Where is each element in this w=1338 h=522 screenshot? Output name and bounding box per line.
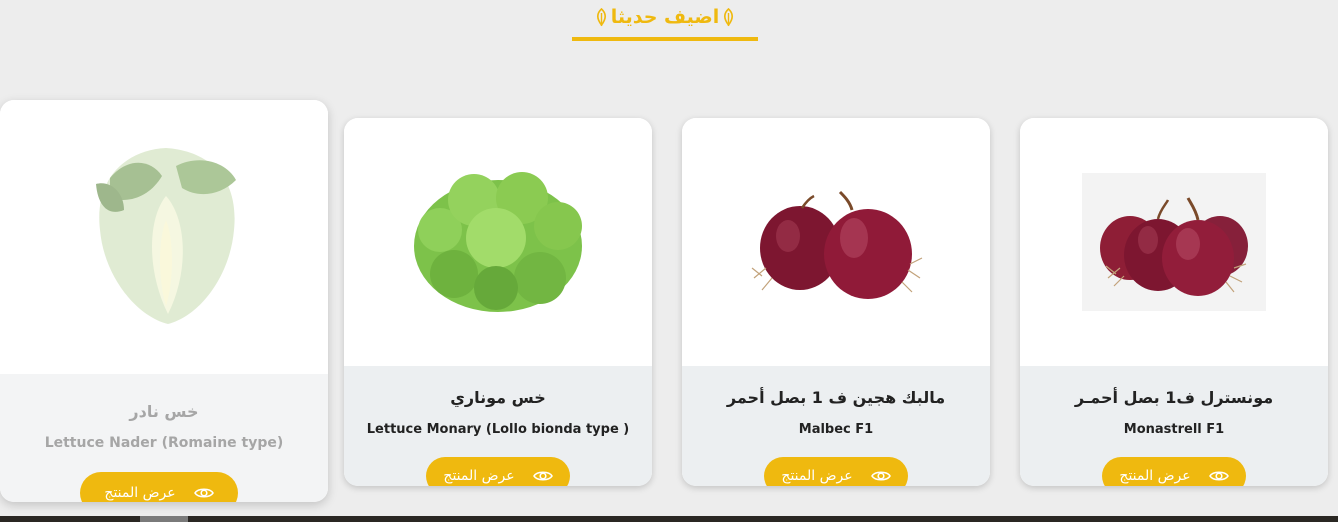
view-product-button[interactable]: عرض المنتج [1102, 457, 1246, 486]
eye-icon [870, 471, 891, 481]
product-name-ar[interactable]: مالبك هجين ف 1 بصل أحمر [682, 388, 990, 407]
view-product-button[interactable]: عرض المنتج [764, 457, 908, 486]
product-name-ar[interactable]: مونسترل ف1 بصل أحمـر [1020, 388, 1328, 407]
product-name-ar[interactable]: خس موناري [344, 388, 652, 407]
lollo-bionda-lettuce-image [414, 172, 582, 312]
section-header: اضيف حديثا [0, 4, 1338, 44]
view-product-label: عرض المنتج [781, 468, 853, 484]
view-product-label: عرض المنتج [443, 468, 515, 484]
view-product-button[interactable]: عرض المنتج [80, 472, 238, 502]
product-name-en[interactable]: Monastrell F1 [1020, 422, 1328, 437]
product-name-en[interactable]: Malbec F1 [682, 422, 990, 437]
product-card[interactable]: خس موناري Lettuce Monary (Lollo bionda t… [344, 118, 652, 486]
product-image[interactable] [0, 100, 328, 374]
product-card[interactable]: مالبك هجين ف 1 بصل أحمر Malbec F1 عرض ال… [682, 118, 990, 486]
view-product-button[interactable]: عرض المنتج [426, 457, 570, 486]
product-name-en[interactable]: Lettuce Monary (Lollo bionda type ) [344, 422, 652, 437]
section-title-text: اضيف حديثا [610, 6, 720, 28]
red-onion-image [751, 190, 923, 299]
view-product-label: عرض المنتج [104, 485, 176, 501]
product-image[interactable] [1020, 118, 1328, 366]
leaf-icon [724, 7, 734, 26]
product-image[interactable] [344, 118, 652, 366]
romaine-lettuce-image [96, 148, 236, 324]
eye-icon [1208, 471, 1229, 481]
eye-icon [193, 488, 214, 498]
leaf-icon [596, 7, 606, 26]
section-underline [572, 37, 758, 41]
footer-bar [0, 516, 1338, 522]
product-card[interactable]: مونسترل ف1 بصل أحمـر Monastrell F1 عرض ا… [1020, 118, 1328, 486]
footer-bar-accent [140, 516, 188, 522]
product-image[interactable] [682, 118, 990, 366]
eye-icon [532, 471, 553, 481]
red-onion-image [1082, 173, 1266, 311]
section-title: اضيف حديثا [572, 6, 758, 28]
product-card[interactable]: خس نادر Lettuce Nader (Romaine type) عرض… [0, 100, 328, 502]
product-name-ar[interactable]: خس نادر [0, 402, 328, 421]
view-product-label: عرض المنتج [1119, 468, 1191, 484]
product-name-en[interactable]: Lettuce Nader (Romaine type) [0, 435, 328, 451]
